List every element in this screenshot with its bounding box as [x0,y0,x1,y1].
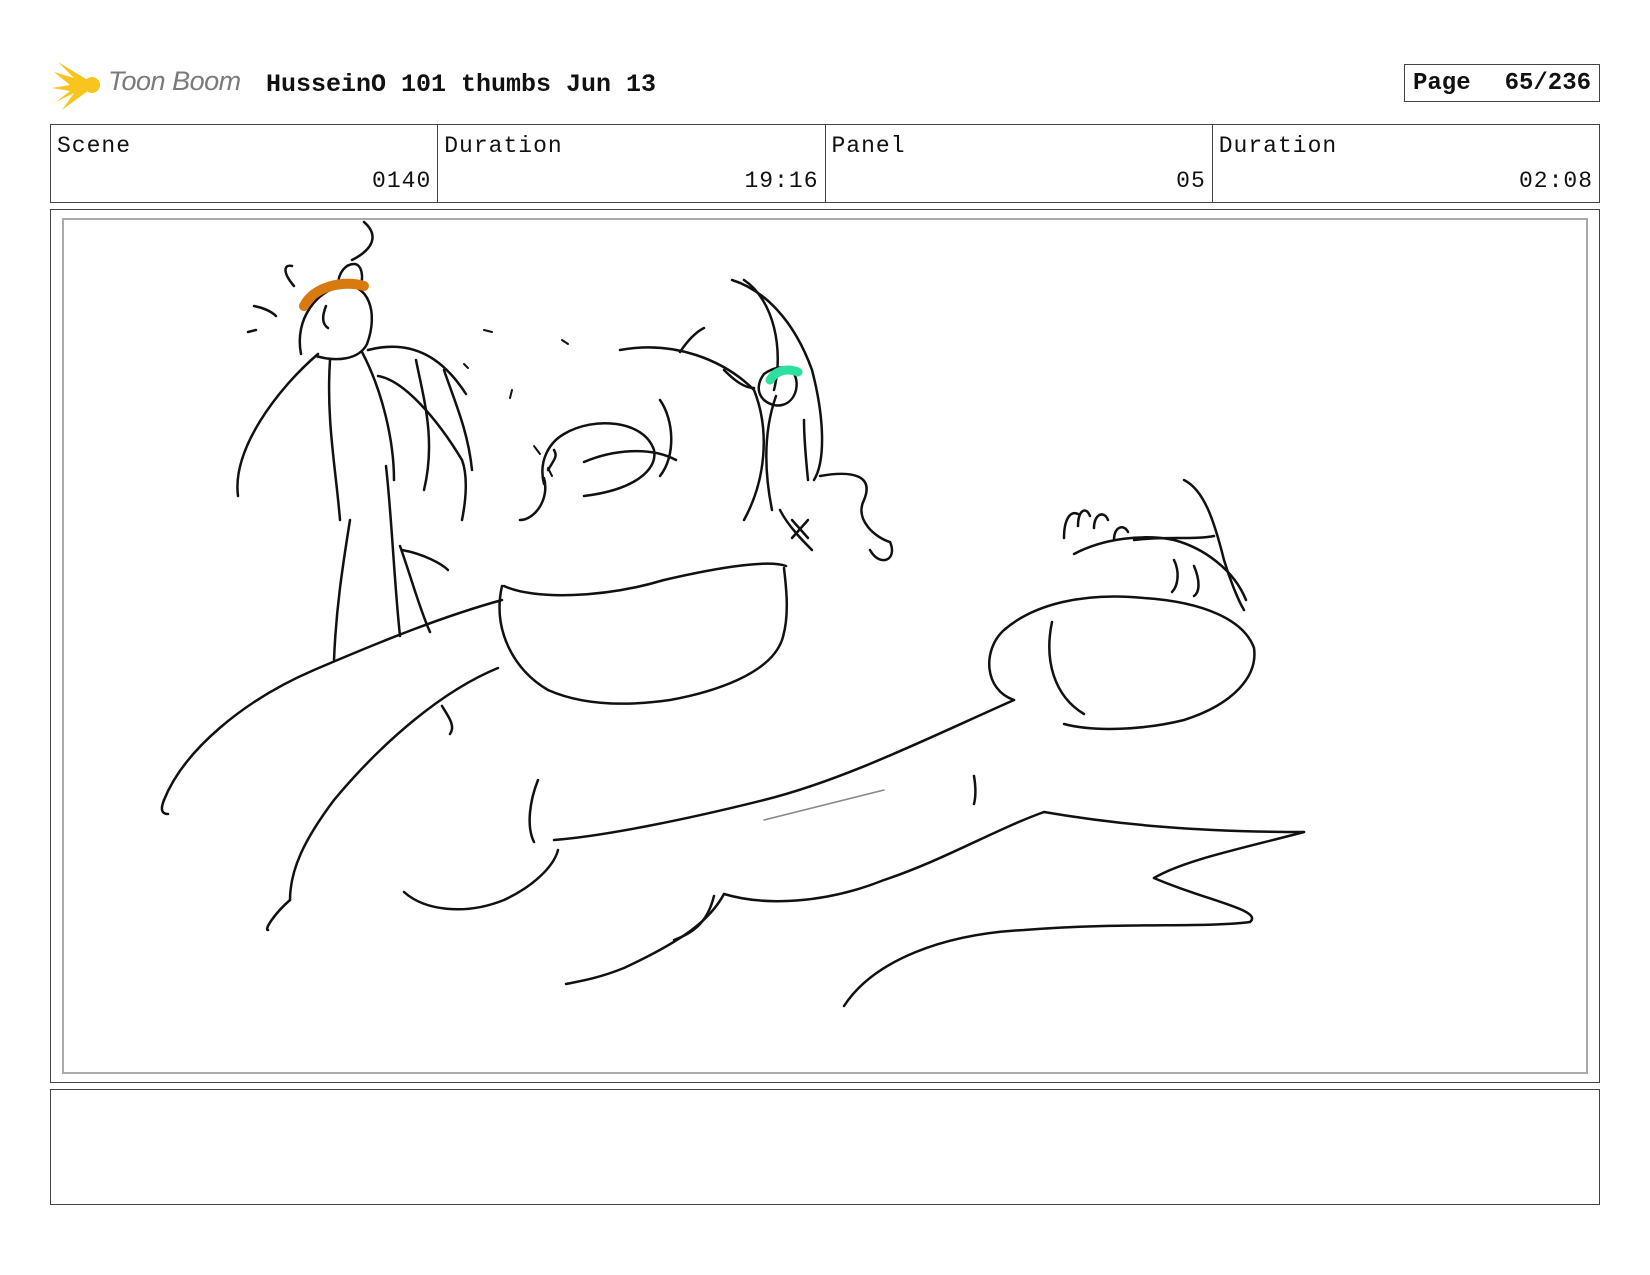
panel-info-row: Scene 0140 Duration 19:16 Panel 05 Durat… [50,124,1600,203]
scene-duration-cell: Duration 19:16 [438,125,826,202]
rider-green-mark [765,365,803,385]
panel-duration-value: 02:08 [1518,168,1593,194]
rider-figure-sketch [722,278,894,562]
sketch-drawing [160,220,1306,1008]
creature-hand-sketch [988,478,1256,731]
page-number: 65/236 [1504,69,1591,97]
creature-body-sketch [160,598,1306,1008]
starburst-icon [52,62,100,110]
scene-duration-label: Duration [444,133,563,159]
scene-cell: Scene 0140 [51,125,439,202]
speed-marks [463,329,569,477]
scene-duration-value: 19:16 [744,168,819,194]
scene-label: Scene [57,133,132,159]
page-indicator: Page 65/236 [1404,64,1600,102]
panel-duration-label: Duration [1218,133,1338,159]
toon-boom-logo: Toon Boom [52,58,252,112]
page-label: Page [1413,69,1471,97]
panel-duration-cell: Duration 02:08 [1213,125,1599,202]
panel-cell: Panel 05 [826,125,1213,202]
storyboard-drawing-area [62,218,1588,1074]
panel-number: 05 [1176,168,1206,194]
panel-label: Panel [831,133,906,159]
storyboard-panel-frame [50,209,1600,1083]
panel-notes-box [50,1089,1600,1205]
document-title: HusseinO 101 thumbs Jun 13 [266,70,657,99]
brand-name: Toon Boom [108,66,241,96]
scene-number: 0140 [372,168,432,194]
